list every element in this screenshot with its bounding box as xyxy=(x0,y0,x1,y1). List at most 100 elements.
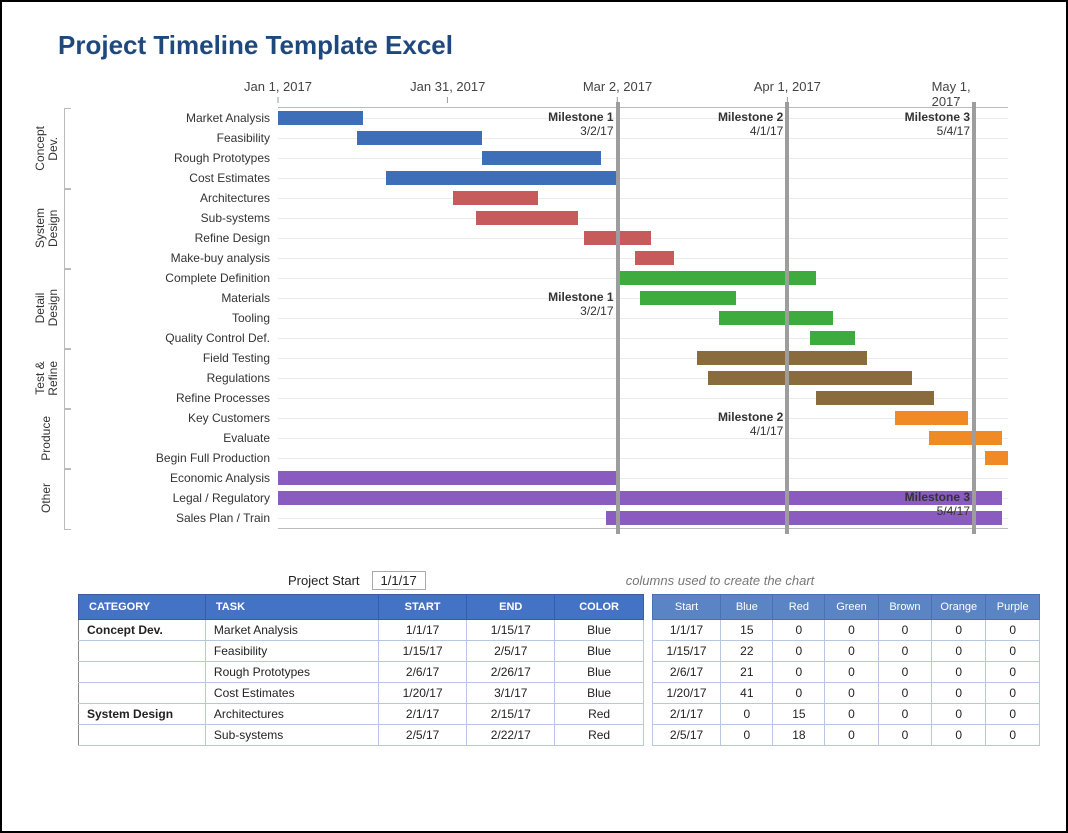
table-cell[interactable]: 0 xyxy=(825,683,878,704)
gantt-row: Architectures xyxy=(278,188,1008,208)
table-cell[interactable]: 0 xyxy=(932,725,986,746)
table-cell[interactable]: System Design xyxy=(79,704,206,725)
table-cell[interactable]: 15 xyxy=(721,620,773,641)
gantt-bar[interactable] xyxy=(816,391,935,405)
table-cell[interactable] xyxy=(79,641,206,662)
table-cell[interactable]: 0 xyxy=(932,704,986,725)
gantt-bar[interactable] xyxy=(357,131,481,145)
table-row: Rough Prototypes2/6/172/26/17Blue xyxy=(79,662,644,683)
gantt-bar[interactable] xyxy=(635,251,675,265)
table-cell[interactable]: 0 xyxy=(878,620,931,641)
table-cell[interactable]: 0 xyxy=(773,620,825,641)
gantt-bar[interactable] xyxy=(482,151,601,165)
table-cell[interactable]: 0 xyxy=(986,662,1040,683)
table-cell[interactable]: 22 xyxy=(721,641,773,662)
gantt-bar[interactable] xyxy=(278,471,618,485)
table-cell[interactable]: 0 xyxy=(825,725,878,746)
gantt-bar[interactable] xyxy=(640,291,736,305)
gantt-bar[interactable] xyxy=(719,311,832,325)
table-cell[interactable]: 0 xyxy=(932,620,986,641)
gantt-row: Begin Full Production xyxy=(278,448,1008,468)
table-cell[interactable]: Concept Dev. xyxy=(79,620,206,641)
table-cell[interactable]: Blue xyxy=(555,641,643,662)
table-cell[interactable]: 2/15/17 xyxy=(467,704,555,725)
table-cell[interactable]: 0 xyxy=(986,725,1040,746)
table-cell[interactable]: 1/20/17 xyxy=(652,683,720,704)
table-cell[interactable]: Blue xyxy=(555,662,643,683)
table-cell[interactable]: Rough Prototypes xyxy=(205,662,378,683)
table-cell[interactable]: 0 xyxy=(825,704,878,725)
table-cell[interactable]: 0 xyxy=(932,662,986,683)
table-cell[interactable]: Architectures xyxy=(205,704,378,725)
table-cell[interactable]: 1/15/17 xyxy=(652,641,720,662)
table-cell[interactable]: 2/5/17 xyxy=(652,725,720,746)
table-cell[interactable]: 0 xyxy=(825,641,878,662)
table-cell[interactable] xyxy=(79,725,206,746)
table-cell[interactable]: Red xyxy=(555,704,643,725)
table-cell[interactable]: 2/1/17 xyxy=(379,704,467,725)
table-cell[interactable]: 2/1/17 xyxy=(652,704,720,725)
table-cell[interactable]: 0 xyxy=(932,683,986,704)
category-brace xyxy=(64,108,71,190)
table-cell[interactable]: 0 xyxy=(986,641,1040,662)
gantt-bar[interactable] xyxy=(386,171,618,185)
table-cell[interactable]: 0 xyxy=(932,641,986,662)
gantt-bar[interactable] xyxy=(278,111,363,125)
table-cell[interactable]: Cost Estimates xyxy=(205,683,378,704)
table-cell[interactable]: 41 xyxy=(721,683,773,704)
table-cell[interactable] xyxy=(79,662,206,683)
gantt-bar[interactable] xyxy=(985,451,1008,465)
gantt-bar[interactable] xyxy=(895,411,969,425)
table-cell[interactable]: Sub-systems xyxy=(205,725,378,746)
gantt-bar[interactable] xyxy=(929,431,1003,445)
table-cell[interactable]: 2/26/17 xyxy=(467,662,555,683)
table-cell[interactable]: 2/6/17 xyxy=(652,662,720,683)
project-start-value[interactable]: 1/1/17 xyxy=(372,571,426,590)
table-cell[interactable]: 2/6/17 xyxy=(379,662,467,683)
table-cell[interactable]: 18 xyxy=(773,725,825,746)
table-cell[interactable]: 0 xyxy=(773,662,825,683)
table-cell[interactable]: 2/5/17 xyxy=(467,641,555,662)
aux-th: Brown xyxy=(878,595,931,620)
table-cell[interactable]: 0 xyxy=(986,683,1040,704)
table-cell[interactable]: Blue xyxy=(555,620,643,641)
table-cell[interactable]: 0 xyxy=(721,725,773,746)
table-cell[interactable]: Red xyxy=(555,725,643,746)
table-cell[interactable]: 1/15/17 xyxy=(379,641,467,662)
table-cell[interactable]: 0 xyxy=(878,683,931,704)
gantt-bar[interactable] xyxy=(453,191,538,205)
table-cell[interactable]: 2/5/17 xyxy=(379,725,467,746)
task-label: Sub-systems xyxy=(201,208,270,228)
category-label: ConceptDev. xyxy=(36,108,58,188)
table-cell[interactable]: 3/1/17 xyxy=(467,683,555,704)
table-cell[interactable]: 1/15/17 xyxy=(467,620,555,641)
gantt-bar[interactable] xyxy=(278,491,1002,505)
gantt-bar[interactable] xyxy=(697,351,867,365)
table-cell[interactable]: 15 xyxy=(773,704,825,725)
table-cell[interactable]: Market Analysis xyxy=(205,620,378,641)
table-cell[interactable]: 0 xyxy=(986,704,1040,725)
table-cell[interactable]: 1/1/17 xyxy=(379,620,467,641)
table-cell[interactable]: 1/1/17 xyxy=(652,620,720,641)
table-cell[interactable]: 0 xyxy=(878,725,931,746)
project-start-label: Project Start xyxy=(288,573,360,588)
table-cell[interactable]: 0 xyxy=(878,662,931,683)
gantt-bar[interactable] xyxy=(476,211,578,225)
gantt-row: Complete Definition xyxy=(278,268,1008,288)
table-cell[interactable]: 0 xyxy=(825,662,878,683)
table-cell[interactable]: 0 xyxy=(878,704,931,725)
table-cell[interactable]: 0 xyxy=(878,641,931,662)
table-cell[interactable]: Blue xyxy=(555,683,643,704)
table-cell[interactable]: 0 xyxy=(721,704,773,725)
table-cell[interactable]: 1/20/17 xyxy=(379,683,467,704)
gantt-bar[interactable] xyxy=(810,331,855,345)
table-cell[interactable]: 21 xyxy=(721,662,773,683)
table-cell[interactable]: 0 xyxy=(986,620,1040,641)
table-cell[interactable] xyxy=(79,683,206,704)
table-cell[interactable]: 0 xyxy=(773,641,825,662)
table-cell[interactable]: 0 xyxy=(773,683,825,704)
table-cell[interactable]: 0 xyxy=(825,620,878,641)
gantt-bar[interactable] xyxy=(708,371,912,385)
table-cell[interactable]: Feasibility xyxy=(205,641,378,662)
table-cell[interactable]: 2/22/17 xyxy=(467,725,555,746)
